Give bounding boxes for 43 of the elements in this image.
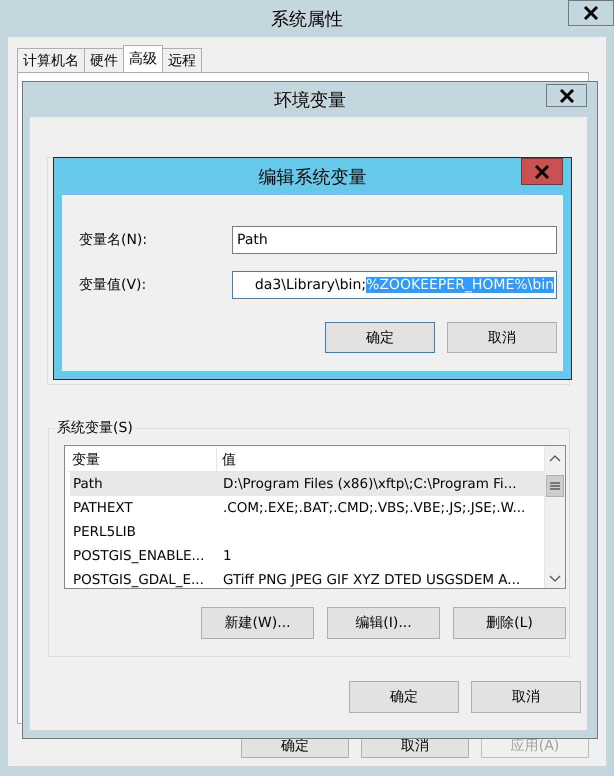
close-icon bbox=[534, 164, 550, 178]
tab[interactable]: 计算机名 bbox=[17, 48, 85, 72]
dialog-button[interactable]: 确定 bbox=[325, 322, 435, 353]
list-row[interactable]: POSTGIS_ENABLE... 1 bbox=[70, 544, 544, 568]
input-field[interactable]: da3\Library\bin;%ZOOKEEPER_HOME%\bin bbox=[232, 271, 557, 299]
list-row[interactable]: PERL5LIB bbox=[70, 520, 544, 544]
variable-name: POSTGIS_GDAL_E... bbox=[72, 572, 205, 588]
list-row[interactable]: PATHEXT .COM;.EXE;.BAT;.CMD;.VBS;.VBE;.JS;.JSE;.W... bbox=[70, 496, 544, 520]
scroll-thumb[interactable] bbox=[546, 475, 564, 497]
dialog-button[interactable]: 编辑(I)... bbox=[327, 607, 440, 639]
variable-name: PATHEXT bbox=[72, 500, 134, 516]
tab[interactable]: 远程 bbox=[162, 48, 202, 72]
scrollbar[interactable] bbox=[544, 446, 565, 588]
window-title: 编辑系统变量 bbox=[258, 166, 366, 188]
column-header[interactable]: 值 bbox=[217, 448, 544, 471]
variable-value: GTiff PNG JPEG GIF XYZ DTED USGSDEM A... bbox=[222, 572, 522, 588]
grip-icon bbox=[550, 482, 560, 490]
list-row[interactable]: POSTGIS_GDAL_E... GTiff PNG JPEG GIF XYZ DTED USGSDEM A... bbox=[70, 568, 544, 588]
group-label: 系统变量(S) bbox=[55, 419, 135, 437]
list-row[interactable]: Path D:\Program Files (x86)\xftp\;C:\Program Fi... bbox=[70, 472, 544, 496]
variable-name: Path bbox=[72, 476, 104, 492]
variable-name: PERL5LIB bbox=[72, 524, 137, 540]
dialog-button[interactable]: 取消 bbox=[447, 322, 557, 353]
field-label: 变量名(N): bbox=[79, 231, 148, 249]
variable-name: POSTGIS_ENABLE... bbox=[72, 548, 206, 564]
window-title: 环境变量 bbox=[274, 88, 346, 112]
dialog-button[interactable]: 删除(L) bbox=[453, 607, 566, 639]
dialog-button[interactable]: 新建(W)... bbox=[201, 607, 314, 639]
variable-list[interactable]: 变量 值 Path D:\Program Files (x86)\xftp\;C:\Program Fi... PATHEXT .COM;.EXE;.BAT;.CMD;.VBS;.VBE;.JS;.JSE;.W... PERL5LIB POSTGIS_ENABLE... 1 POSTGIS_GDAL_E... GTiff PNG JPEG GIF XYZ DTED USGSDEM A... bbox=[64, 445, 566, 589]
window-title: 系统属性 bbox=[271, 8, 343, 30]
close-button[interactable] bbox=[546, 84, 587, 107]
variable-value: D:\Program Files (x86)\xftp\;C:\Program Fi... bbox=[222, 476, 518, 492]
field-label: 变量值(V): bbox=[79, 276, 148, 294]
tab[interactable]: 高级 bbox=[123, 45, 163, 72]
variable-value: .COM;.EXE;.BAT;.CMD;.VBS;.VBE;.JS;.JSE;.W... bbox=[222, 500, 526, 516]
close-icon bbox=[558, 88, 574, 102]
variable-value: 1 bbox=[222, 548, 233, 564]
input-field[interactable]: Path bbox=[232, 226, 557, 254]
close-button[interactable] bbox=[568, 0, 614, 26]
dialog-button[interactable]: 确定 bbox=[349, 681, 459, 713]
column-header[interactable]: 变量 bbox=[67, 448, 217, 471]
dialog-button[interactable]: 取消 bbox=[471, 681, 581, 713]
close-icon bbox=[583, 6, 599, 20]
